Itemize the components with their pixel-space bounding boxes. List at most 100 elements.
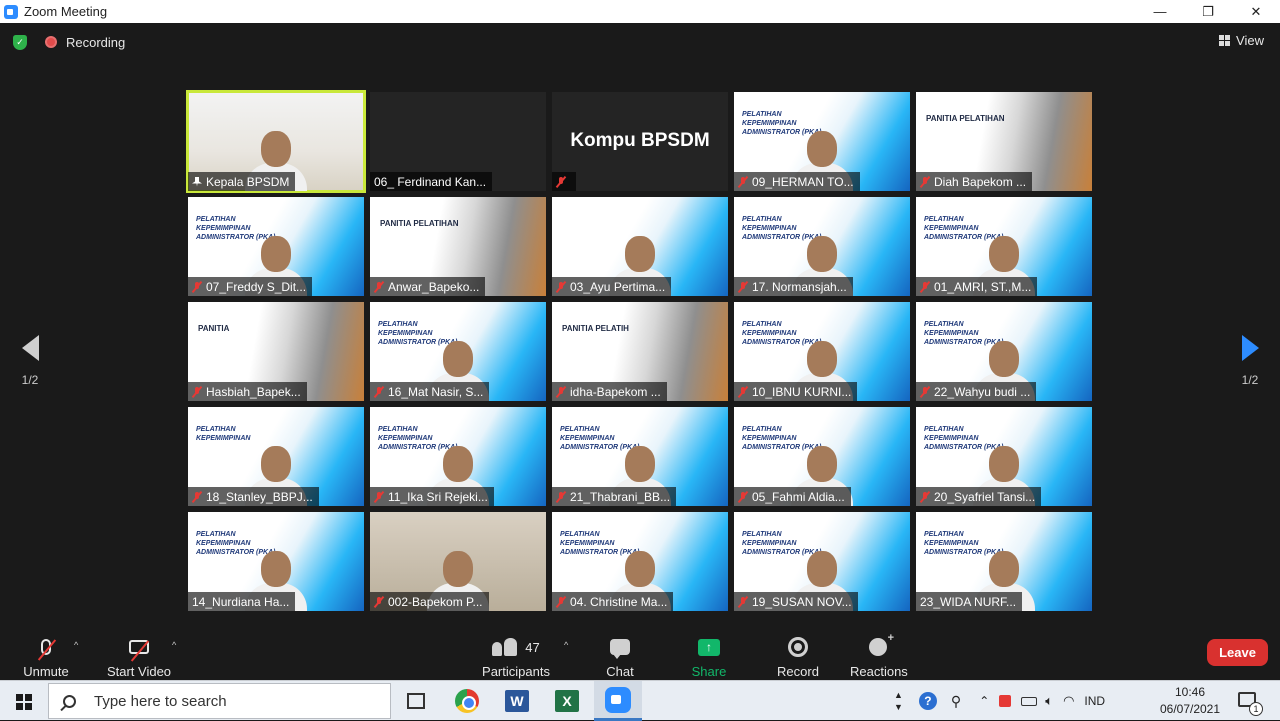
search-icon — [63, 694, 76, 708]
participant-tile[interactable]: 03_Ayu Pertima... — [552, 197, 728, 296]
participant-name: 22_Wahyu budi ... — [934, 384, 1031, 399]
reactions-label: Reactions — [850, 664, 908, 679]
people-icon[interactable]: ⚲ — [951, 693, 961, 710]
zoom-icon — [605, 686, 631, 713]
participant-tile[interactable]: PELATIHAN KEPEMIMPINAN ADMINISTRATOR (PK… — [552, 512, 728, 611]
participant-tile[interactable]: PELATIHAN KEPEMIMPINAN ADMINISTRATOR (PK… — [916, 512, 1092, 611]
recording-dot-icon — [45, 36, 57, 48]
word-taskbar-button[interactable]: W — [502, 686, 532, 716]
window-controls: — ❐ ✕ — [1136, 0, 1280, 23]
participant-tile[interactable]: PELATIHAN KEPEMIMPINAN ADMINISTRATOR (PK… — [552, 407, 728, 506]
participant-name: 17. Normansjah... — [752, 279, 847, 294]
taskbar-clock[interactable]: 10:46 06/07/2021 — [1150, 684, 1230, 718]
volume-icon[interactable]: 🔈︎ — [1045, 693, 1053, 709]
show-hidden-icons-caret[interactable]: ⌃ — [979, 694, 989, 708]
chat-button[interactable]: Chat — [604, 636, 636, 679]
participant-name: 21_Thabrani_BB... — [570, 489, 671, 504]
view-label: View — [1236, 33, 1264, 48]
wifi-icon[interactable]: ◠ — [1063, 693, 1074, 709]
video-options-caret[interactable]: ^ — [172, 640, 176, 650]
muted-microphone-icon — [920, 176, 930, 188]
participant-name-bar: 10_IBNU KURNI... — [734, 382, 858, 401]
leave-button[interactable]: Leave — [1207, 639, 1268, 666]
tray-scroll-icon[interactable]: ▲ ▼ — [894, 689, 903, 713]
participant-tile[interactable]: PELATIHAN KEPEMIMPINAN 18_Stanley_BBPJ... — [188, 407, 364, 506]
participant-tile[interactable]: PELATIHAN KEPEMIMPINAN ADMINISTRATOR (PK… — [734, 302, 910, 401]
input-language[interactable]: IND — [1084, 694, 1105, 708]
chrome-taskbar-button[interactable] — [452, 686, 482, 716]
participant-tile[interactable]: PANITIA Hasbiah_Bapek... — [188, 302, 364, 401]
participant-tile[interactable]: 002-Bapekom P... — [370, 512, 546, 611]
participant-name: 01_AMRI, ST.,M... — [934, 279, 1032, 294]
participant-tile[interactable]: PELATIHAN KEPEMIMPINAN ADMINISTRATOR (PK… — [370, 302, 546, 401]
participant-name-bar: 01_AMRI, ST.,M... — [916, 277, 1038, 296]
participant-name: 10_IBNU KURNI... — [752, 384, 852, 399]
excel-taskbar-button[interactable]: X — [552, 686, 582, 716]
task-view-button[interactable] — [401, 686, 431, 716]
grid-view-icon — [1219, 35, 1231, 46]
muted-microphone-icon — [556, 491, 566, 503]
participant-tile[interactable]: PANITIA PELATIH idha-Bapekom ... — [552, 302, 728, 401]
next-page-button[interactable]: 1/2 — [1230, 335, 1270, 387]
participant-tile[interactable]: PELATIHAN KEPEMIMPINAN ADMINISTRATOR (PK… — [916, 197, 1092, 296]
participant-tile[interactable]: PANITIA PELATIHAN Anwar_Bapeko... — [370, 197, 546, 296]
participant-name-bar: 22_Wahyu budi ... — [916, 382, 1037, 401]
view-button[interactable]: View — [1219, 33, 1264, 48]
virtual-background-text: PANITIA PELATIHAN — [926, 114, 1005, 123]
participant-tile[interactable]: PELATIHAN KEPEMIMPINAN ADMINISTRATOR (PK… — [734, 197, 910, 296]
participant-tile[interactable]: PANITIA PELATIHAN Diah Bapekom ... — [916, 92, 1092, 191]
participant-tile[interactable]: PELATIHAN KEPEMIMPINAN ADMINISTRATOR (PK… — [188, 197, 364, 296]
muted-microphone-icon — [920, 281, 930, 293]
clock-time: 10:46 — [1174, 685, 1206, 699]
muted-microphone-icon — [920, 386, 930, 398]
meeting-topbar: ✓ Recording View — [0, 23, 1280, 61]
recording-label[interactable]: Recording — [66, 35, 125, 50]
start-video-label: Start Video — [106, 664, 172, 679]
audio-options-caret[interactable]: ^ — [74, 640, 78, 650]
page-indicator-left: 1/2 — [21, 373, 39, 387]
start-video-button[interactable]: Start Video — [106, 636, 172, 679]
previous-page-button[interactable]: 1/2 — [10, 335, 50, 387]
minimize-button[interactable]: — — [1136, 0, 1184, 23]
windows-start-icon[interactable] — [16, 694, 32, 710]
participant-tile[interactable]: PELATIHAN KEPEMIMPINAN ADMINISTRATOR (PK… — [734, 512, 910, 611]
muted-microphone-icon — [192, 491, 202, 503]
chrome-icon — [455, 689, 479, 713]
unmute-button[interactable]: Unmute — [22, 636, 70, 679]
participant-tile[interactable]: PELATIHAN KEPEMIMPINAN ADMINISTRATOR (PK… — [734, 92, 910, 191]
participants-options-caret[interactable]: ^ — [564, 640, 568, 650]
participants-button[interactable]: 47 Participants — [481, 636, 551, 679]
participant-tile[interactable]: PELATIHAN KEPEMIMPINAN ADMINISTRATOR (PK… — [370, 407, 546, 506]
participant-tile[interactable]: 06_ Ferdinand Kan... — [370, 92, 546, 191]
participant-name: 04. Christine Ma... — [570, 594, 668, 609]
participant-tile[interactable]: PELATIHAN KEPEMIMPINAN ADMINISTRATOR (PK… — [188, 512, 364, 611]
muted-microphone-icon — [556, 281, 566, 293]
participant-tile[interactable]: PELATIHAN KEPEMIMPINAN ADMINISTRATOR (PK… — [734, 407, 910, 506]
encryption-shield-icon[interactable]: ✓ — [13, 34, 27, 50]
help-icon[interactable]: ? — [918, 692, 937, 710]
window-titlebar: Zoom Meeting — ❐ ✕ — [0, 0, 1280, 23]
muted-microphone-icon — [192, 281, 202, 293]
window-title: Zoom Meeting — [24, 4, 108, 19]
taskbar-search-box[interactable]: Type here to search — [48, 683, 391, 719]
participant-tile[interactable]: PELATIHAN KEPEMIMPINAN ADMINISTRATOR (PK… — [916, 302, 1092, 401]
dropbox-icon[interactable] — [999, 695, 1012, 707]
participant-name-bar: 21_Thabrani_BB... — [552, 487, 677, 506]
participant-tile[interactable]: Kompu BPSDM — [552, 92, 728, 191]
record-button[interactable]: Record — [777, 636, 819, 679]
participant-name-bar: 11_Ika Sri Rejeki... — [370, 487, 494, 506]
record-label: Record — [777, 664, 819, 679]
participant-tile[interactable]: Kepala BPSDM — [186, 90, 366, 193]
participant-name: 06_ Ferdinand Kan... — [374, 174, 487, 189]
participant-name-bar: 002-Bapekom P... — [370, 592, 489, 611]
participant-name: 09_HERMAN TO... — [752, 174, 854, 189]
muted-microphone-icon — [374, 281, 384, 293]
zoom-taskbar-button[interactable] — [594, 681, 642, 721]
participant-tile[interactable]: PELATIHAN KEPEMIMPINAN ADMINISTRATOR (PK… — [916, 407, 1092, 506]
meeting-toolbar: Unmute ^ Start Video ^ 47 Participants ^… — [0, 630, 1280, 694]
battery-icon[interactable] — [1021, 696, 1038, 706]
close-button[interactable]: ✕ — [1232, 0, 1280, 23]
reactions-button[interactable]: Reactions — [850, 632, 908, 679]
restore-button[interactable]: ❐ — [1184, 0, 1232, 23]
participant-name-bar: Hasbiah_Bapek... — [188, 382, 307, 401]
